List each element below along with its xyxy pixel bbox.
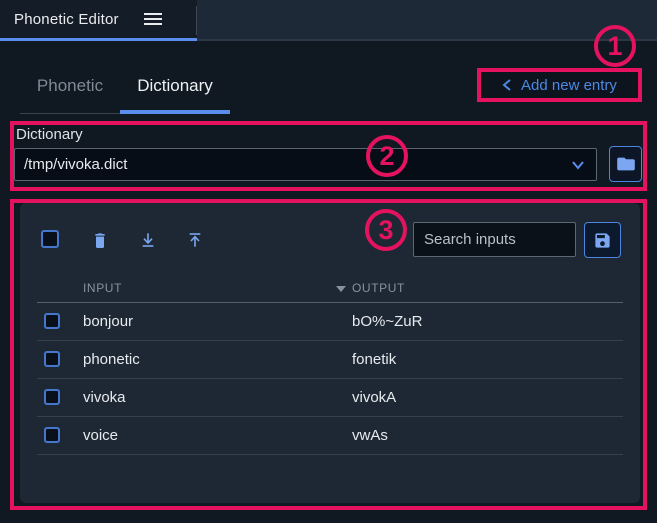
add-entry-label: Add new entry [521, 77, 617, 94]
dictionary-select[interactable]: /tmp/vivoka.dict [14, 148, 597, 181]
export-entries-button[interactable] [187, 231, 203, 249]
cell-output: fonetik [352, 351, 396, 368]
folder-icon [616, 156, 636, 172]
upload-icon [187, 231, 203, 249]
cell-output: vwAs [352, 427, 388, 444]
table-row-vivoka[interactable]: vivoka vivokA [37, 379, 623, 417]
row-checkbox[interactable] [44, 351, 60, 367]
app-window-tab[interactable]: Phonetic Editor [0, 0, 197, 41]
column-header-input[interactable]: INPUT [83, 281, 122, 295]
column-header-output[interactable]: OUTPUT [352, 281, 405, 295]
menu-icon[interactable] [143, 12, 163, 26]
top-bar-spacer [197, 0, 657, 41]
cell-input: vivoka [83, 389, 126, 406]
cell-input: phonetic [83, 351, 140, 368]
tab-dictionary[interactable]: Dictionary [120, 76, 230, 114]
save-icon [593, 231, 612, 250]
dictionary-entries-panel: INPUT OUTPUT bonjour bO%~ZuR phonetic fo… [20, 203, 640, 503]
cell-output: bO%~ZuR [352, 313, 422, 330]
add-new-entry-button[interactable]: Add new entry [479, 70, 640, 100]
search-input[interactable] [413, 222, 576, 257]
table-body: bonjour bO%~ZuR phonetic fonetik vivoka … [37, 303, 623, 455]
browse-folder-button[interactable] [609, 146, 642, 182]
table-row-phonetic[interactable]: phonetic fonetik [37, 341, 623, 379]
import-entries-button[interactable] [140, 231, 156, 249]
tab-bar: Phonetic Dictionary [20, 62, 230, 114]
cell-input: voice [83, 427, 118, 444]
save-button[interactable] [584, 222, 621, 258]
table-row-voice[interactable]: voice vwAs [37, 417, 623, 455]
select-all-checkbox[interactable] [41, 230, 59, 248]
dictionary-selected-value: /tmp/vivoka.dict [24, 156, 127, 173]
row-checkbox[interactable] [44, 389, 60, 405]
cell-input: bonjour [83, 313, 133, 330]
cell-output: vivokA [352, 389, 396, 406]
top-bar: Phonetic Editor [0, 0, 657, 41]
dictionary-label: Dictionary [16, 126, 83, 143]
sort-desc-icon[interactable] [336, 286, 346, 292]
delete-entries-button[interactable] [92, 231, 108, 249]
chevron-down-icon [571, 159, 585, 171]
download-icon [140, 231, 156, 249]
row-checkbox[interactable] [44, 313, 60, 329]
tab-phonetic[interactable]: Phonetic [20, 76, 120, 114]
table-row-bonjour[interactable]: bonjour bO%~ZuR [37, 303, 623, 341]
trash-icon [92, 231, 108, 249]
row-checkbox[interactable] [44, 427, 60, 443]
table-header: INPUT OUTPUT [37, 275, 623, 303]
app-title: Phonetic Editor [14, 11, 119, 28]
chevron-left-icon [502, 78, 512, 92]
